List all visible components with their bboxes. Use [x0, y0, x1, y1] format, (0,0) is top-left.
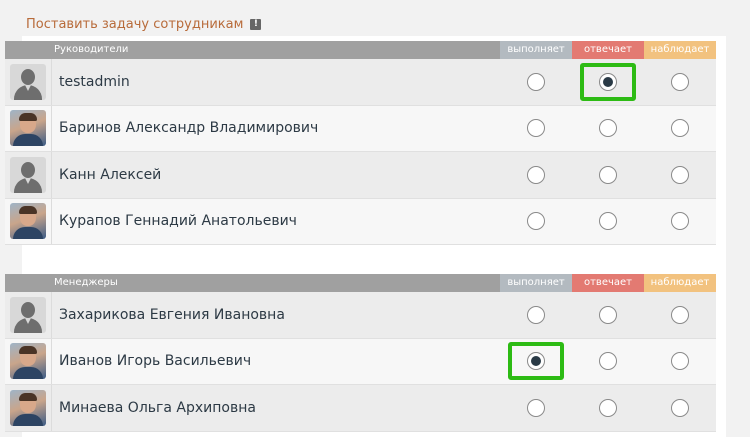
group-rows: testadmin Баринов Александр Владимирович К… [5, 59, 716, 245]
section-title-text: Поставить задачу сотрудникам [26, 16, 244, 32]
default-avatar-icon [10, 156, 46, 193]
person-row: Иванов Игорь Васильевич [5, 338, 716, 385]
role-cell-vyp [500, 59, 572, 105]
person-row: Баринов Александр Владимирович [5, 105, 716, 152]
role-cell-otv [572, 292, 644, 338]
default-avatar-icon [10, 63, 46, 100]
group-name: Руководители [54, 44, 129, 55]
radio-vyp[interactable] [527, 212, 545, 231]
person-row: Захарикова Евгения Ивановна [5, 292, 716, 339]
radio-vyp[interactable] [527, 119, 545, 138]
column-header-otv: отвечает [572, 274, 644, 292]
role-cell-vyp [500, 199, 572, 245]
selection-highlight [580, 62, 636, 101]
role-cell-nab [644, 106, 716, 152]
selection-highlight [508, 342, 564, 381]
info-icon[interactable]: ! [250, 18, 262, 30]
group-rows: Захарикова Евгения Ивановна Иванов Игорь … [5, 292, 716, 432]
column-header-vyp: выполняет [500, 274, 572, 292]
role-cell-otv [572, 152, 644, 198]
radio-nab[interactable] [671, 352, 689, 371]
radio-otv[interactable] [599, 352, 617, 371]
column-header-nab: наблюдает [644, 274, 716, 292]
section-title: Поставить задачу сотрудникам ! [26, 15, 262, 33]
radio-nab[interactable] [671, 165, 689, 184]
radio-vyp[interactable] [527, 398, 545, 417]
role-cell-otv [572, 59, 644, 105]
avatar-cell [5, 59, 52, 105]
role-cell-vyp [500, 292, 572, 338]
avatar [10, 203, 46, 240]
column-header-vyp: выполняет [500, 41, 572, 59]
role-cell-vyp [500, 385, 572, 431]
radio-otv[interactable] [599, 212, 617, 231]
default-avatar-icon [10, 296, 46, 333]
role-cell-nab [644, 59, 716, 105]
column-header-otv: отвечает [572, 41, 644, 59]
person-name: testadmin [59, 73, 130, 90]
person-row: Минаева Ольга Архиповна [5, 385, 716, 432]
avatar-cell [5, 385, 52, 431]
group-name: Менеджеры [54, 277, 118, 288]
person-row: testadmin [5, 59, 716, 106]
radio-otv[interactable] [599, 398, 617, 417]
radio-vyp[interactable] [527, 305, 545, 324]
radio-otv[interactable] [599, 165, 617, 184]
person-name: Баринов Александр Владимирович [59, 120, 319, 137]
radio-otv[interactable] [599, 305, 617, 324]
group-managers: Менеджеры выполняет отвечает наблюдает З… [5, 274, 716, 432]
radio-nab[interactable] [671, 212, 689, 231]
avatar-cell [5, 198, 52, 244]
role-cell-nab [644, 292, 716, 338]
radio-nab[interactable] [671, 398, 689, 417]
person-name: Минаева Ольга Архиповна [59, 399, 256, 416]
avatar-cell [5, 152, 52, 198]
avatar-cell [5, 292, 52, 338]
avatar [10, 343, 46, 380]
role-cell-nab [644, 339, 716, 385]
radio-vyp[interactable] [527, 72, 545, 91]
avatar-cell [5, 338, 52, 384]
role-cell-nab [644, 199, 716, 245]
person-name: Канн Алексей [59, 166, 162, 183]
avatar [10, 110, 46, 147]
radio-nab[interactable] [671, 305, 689, 324]
person-name: Захарикова Евгения Ивановна [59, 306, 285, 323]
role-cell-vyp [500, 339, 572, 385]
person-row: Курапов Геннадий Анатольевич [5, 198, 716, 245]
radio-nab[interactable] [671, 72, 689, 91]
role-cell-nab [644, 385, 716, 431]
radio-otv[interactable] [599, 119, 617, 138]
role-cell-nab [644, 152, 716, 198]
person-row: Канн Алексей [5, 152, 716, 199]
role-cell-otv [572, 199, 644, 245]
role-cell-otv [572, 106, 644, 152]
group-header: Руководители выполняет отвечает наблюдае… [5, 41, 716, 59]
person-name: Иванов Игорь Васильевич [59, 353, 252, 370]
person-name: Курапов Геннадий Анатольевич [59, 213, 297, 230]
avatar [10, 389, 46, 426]
role-cell-otv [572, 385, 644, 431]
group-managers-leads: Руководители выполняет отвечает наблюдае… [5, 41, 716, 245]
radio-nab[interactable] [671, 119, 689, 138]
radio-vyp[interactable] [527, 165, 545, 184]
column-header-nab: наблюдает [644, 41, 716, 59]
group-header: Менеджеры выполняет отвечает наблюдает [5, 274, 716, 292]
avatar-cell [5, 105, 52, 151]
role-cell-vyp [500, 106, 572, 152]
role-cell-vyp [500, 152, 572, 198]
role-cell-otv [572, 339, 644, 385]
